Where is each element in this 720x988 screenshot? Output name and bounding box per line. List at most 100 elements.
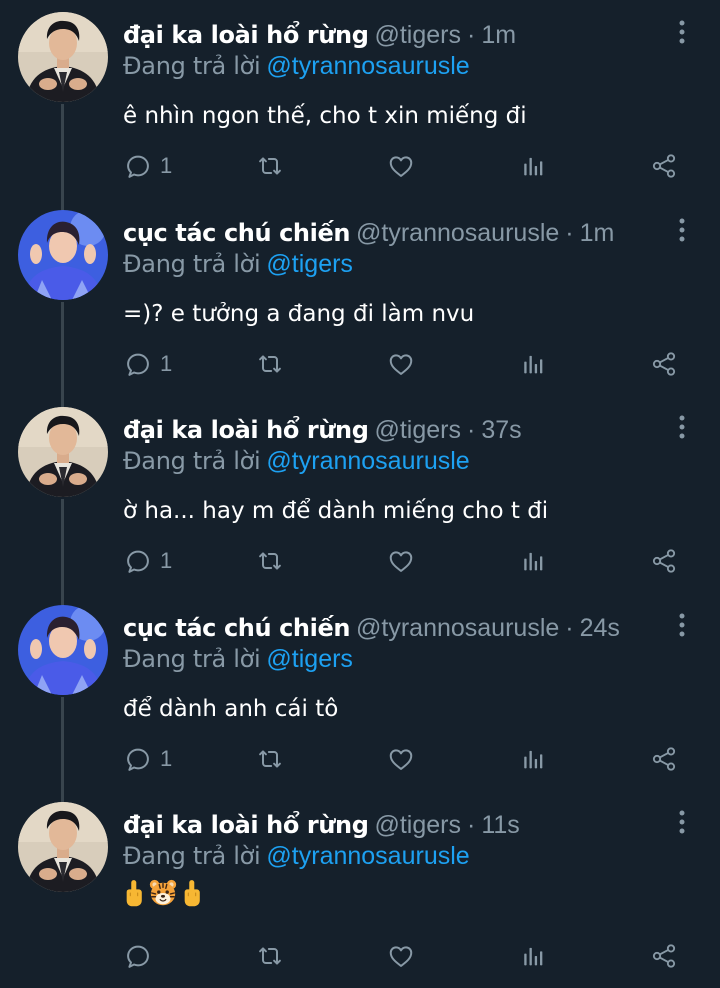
like-button[interactable] (387, 348, 415, 380)
share-icon (650, 745, 678, 773)
reply-icon (124, 350, 152, 378)
retweet-button[interactable] (256, 940, 284, 972)
avatar-tyrannosaurusle-image (18, 605, 108, 695)
tweet-timestamp: 37s (481, 416, 522, 444)
separator-dot: · (467, 416, 476, 444)
replying-to-line: Đang trả lời @tyrannosaurusle (123, 445, 470, 477)
avatar-tigers-image (18, 407, 108, 497)
analytics-button[interactable] (519, 348, 547, 380)
author-handle: @tigers (374, 811, 461, 839)
tiger-face-emoji (148, 878, 178, 908)
heart-icon (387, 942, 415, 970)
tweet-actions-bar: 1 (0, 150, 720, 182)
tweet: cục tác chú chiến @tyrannosaurusle · 24s Đan… (0, 593, 720, 805)
replying-to-mention-link[interactable]: @tyrannosaurusle (266, 447, 469, 475)
tweet-timestamp: 11s (481, 811, 520, 839)
middle-finger-emoji (181, 878, 203, 908)
more-options-button[interactable] (670, 808, 694, 836)
reply-icon (124, 152, 152, 180)
retweet-icon (256, 745, 284, 773)
tweet: đại ka loài hổ rừng @tigers · 37s Đang trả l… (0, 395, 720, 607)
tweet-actions-bar (0, 940, 720, 972)
reply-count: 1 (160, 351, 173, 376)
tweet-timestamp: 1m (481, 21, 517, 49)
like-button[interactable] (387, 545, 415, 577)
share-button[interactable] (650, 940, 678, 972)
more-vertical-icon (670, 808, 694, 836)
retweet-button[interactable] (256, 150, 284, 182)
replying-to-mention-link[interactable]: @tigers (266, 250, 353, 278)
more-options-button[interactable] (670, 413, 694, 441)
reply-count: 1 (160, 548, 173, 573)
author-display-name: đại ka loài hổ rừng (123, 21, 369, 49)
analytics-icon (519, 547, 547, 575)
replying-to-mention-link[interactable]: @tyrannosaurusle (266, 52, 469, 80)
reply-button[interactable]: 1 (124, 150, 172, 182)
retweet-icon (256, 547, 284, 575)
reply-thread: đại ka loài hổ rừng @tigers · 1m Đang trả lờ… (0, 0, 720, 977)
avatar-tyrannosaurusle[interactable] (18, 605, 108, 695)
analytics-button[interactable] (519, 940, 547, 972)
replying-to-mention-link[interactable]: @tyrannosaurusle (266, 842, 469, 870)
more-options-button[interactable] (670, 611, 694, 639)
like-button[interactable] (387, 743, 415, 775)
more-options-button[interactable] (670, 18, 694, 46)
tweet-header: đại ka loài hổ rừng @tigers · 1m (123, 18, 516, 52)
tweet-timestamp: 24s (579, 614, 620, 642)
replying-to-label: Đang trả lời (123, 52, 261, 80)
reply-icon (124, 547, 152, 575)
reply-button[interactable]: 1 (124, 743, 172, 775)
tweet-header: cục tác chú chiến @tyrannosaurusle · 1m (123, 216, 614, 250)
analytics-icon (519, 350, 547, 378)
tweet-header: đại ka loài hổ rừng @tigers · 11s (123, 808, 520, 842)
reply-icon (124, 942, 152, 970)
avatar-tigers[interactable] (18, 407, 108, 497)
heart-icon (387, 745, 415, 773)
reply-button[interactable]: 1 (124, 545, 172, 577)
author-handle: @tyrannosaurusle (356, 219, 560, 247)
avatar-tigers-image (18, 802, 108, 892)
like-button[interactable] (387, 150, 415, 182)
retweet-icon (256, 942, 284, 970)
analytics-button[interactable] (519, 150, 547, 182)
share-button[interactable] (650, 150, 678, 182)
retweet-button[interactable] (256, 743, 284, 775)
tweet-text: ê nhìn ngon thế, cho t xin miếng đi (123, 103, 527, 129)
reply-count: 1 (160, 746, 173, 771)
retweet-icon (256, 152, 284, 180)
avatar-tigers-image (18, 12, 108, 102)
retweet-button[interactable] (256, 545, 284, 577)
replying-to-label: Đang trả lời (123, 842, 261, 870)
tweet-text: ờ ha... hay m để dành miếng cho t đi (123, 498, 549, 524)
avatar-tigers[interactable] (18, 12, 108, 102)
avatar-tigers[interactable] (18, 802, 108, 892)
replying-to-label: Đang trả lời (123, 645, 261, 673)
analytics-button[interactable] (519, 545, 547, 577)
avatar-tyrannosaurusle[interactable] (18, 210, 108, 300)
more-vertical-icon (670, 216, 694, 244)
tweet-actions-bar: 1 (0, 348, 720, 380)
share-icon (650, 350, 678, 378)
reply-button[interactable] (124, 940, 152, 972)
retweet-button[interactable] (256, 348, 284, 380)
more-options-button[interactable] (670, 216, 694, 244)
like-button[interactable] (387, 940, 415, 972)
analytics-button[interactable] (519, 743, 547, 775)
more-vertical-icon (670, 18, 694, 46)
share-button[interactable] (650, 348, 678, 380)
tweet-header: đại ka loài hổ rừng @tigers · 37s (123, 413, 522, 447)
share-icon (650, 547, 678, 575)
tweet-actions-bar: 1 (0, 545, 720, 577)
author-display-name: đại ka loài hổ rừng (123, 811, 369, 839)
separator-dot: · (565, 614, 574, 642)
tweet: đại ka loài hổ rừng @tigers · 1m Đang trả lờ… (0, 0, 720, 212)
share-button[interactable] (650, 743, 678, 775)
tweet-header: cục tác chú chiến @tyrannosaurusle · 24s (123, 611, 620, 645)
tweet-text: =)? e tưởng a đang đi làm nvu (123, 301, 475, 327)
share-button[interactable] (650, 545, 678, 577)
tweet-text: để dành anh cái tô (123, 696, 339, 722)
separator-dot: · (565, 219, 574, 247)
reply-button[interactable]: 1 (124, 348, 172, 380)
more-vertical-icon (670, 413, 694, 441)
replying-to-mention-link[interactable]: @tigers (266, 645, 353, 673)
